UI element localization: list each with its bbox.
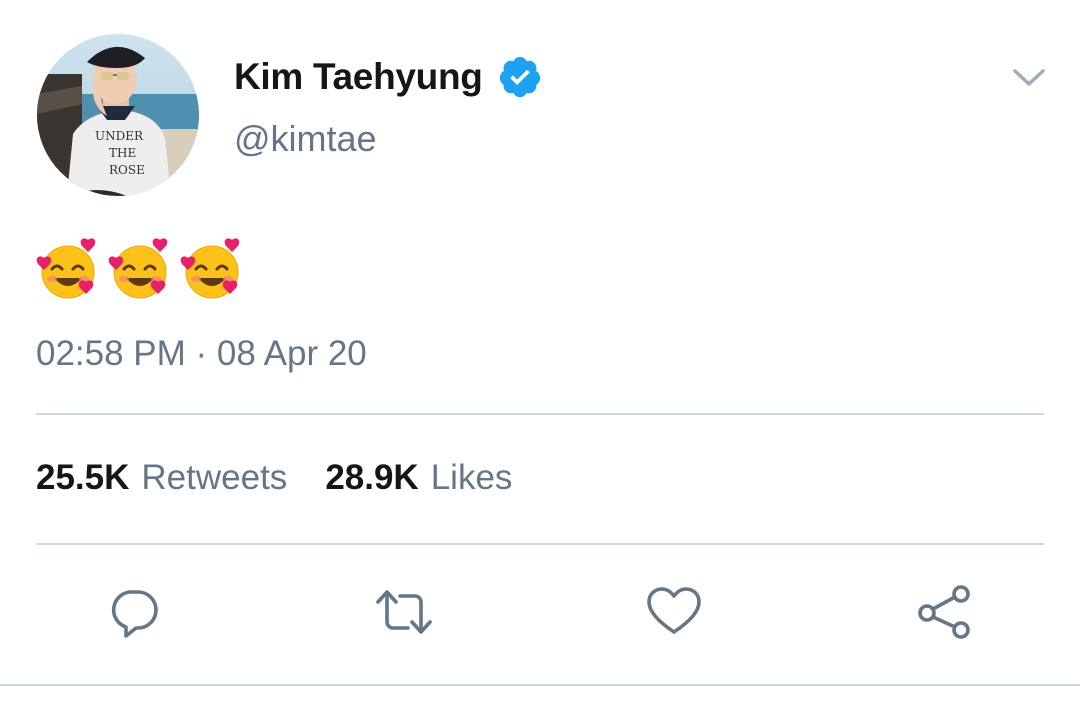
likes-count: 28.9K — [325, 458, 419, 497]
likes-stat[interactable]: 28.9K Likes — [325, 458, 512, 498]
retweet-button[interactable] — [374, 582, 434, 642]
tweet-timestamp[interactable]: 02:58 PM · 08 Apr 20 — [36, 334, 367, 374]
heart-icon — [647, 587, 701, 634]
smiling-face-with-hearts-icon — [36, 238, 96, 299]
reply-icon — [111, 590, 158, 638]
share-icon — [918, 585, 970, 639]
like-button[interactable] — [644, 582, 704, 642]
avatar-image: UNDER THE ROSE — [37, 34, 199, 196]
avatar-shirt-text-2: THE — [109, 146, 136, 160]
author-name-row[interactable]: Kim Taehyung — [234, 52, 543, 102]
smiling-face-with-hearts-icon — [180, 238, 240, 299]
divider — [36, 413, 1044, 415]
share-button[interactable] — [915, 582, 975, 642]
display-name[interactable]: Kim Taehyung — [234, 56, 483, 98]
verified-badge-icon — [499, 56, 540, 98]
tweet-stats: 25.5K Retweets 28.9K Likes — [36, 458, 512, 498]
avatar-shirt-text-3: ROSE — [109, 163, 145, 177]
retweets-label: Retweets — [141, 458, 288, 497]
retweets-stat[interactable]: 25.5K Retweets — [36, 458, 287, 498]
retweet-icon — [376, 590, 432, 634]
user-handle[interactable]: @kimtae — [234, 118, 377, 160]
avatar[interactable]: UNDER THE ROSE — [37, 34, 199, 196]
chevron-down-icon[interactable] — [1010, 62, 1048, 92]
avatar-shirt-text-1: UNDER — [95, 129, 144, 143]
likes-label: Likes — [430, 458, 513, 497]
retweets-count: 25.5K — [36, 458, 130, 497]
reply-button[interactable] — [104, 582, 164, 642]
smiling-face-with-hearts-icon — [108, 238, 168, 299]
tweet-text — [36, 236, 246, 306]
divider — [36, 543, 1044, 545]
divider — [0, 684, 1080, 686]
